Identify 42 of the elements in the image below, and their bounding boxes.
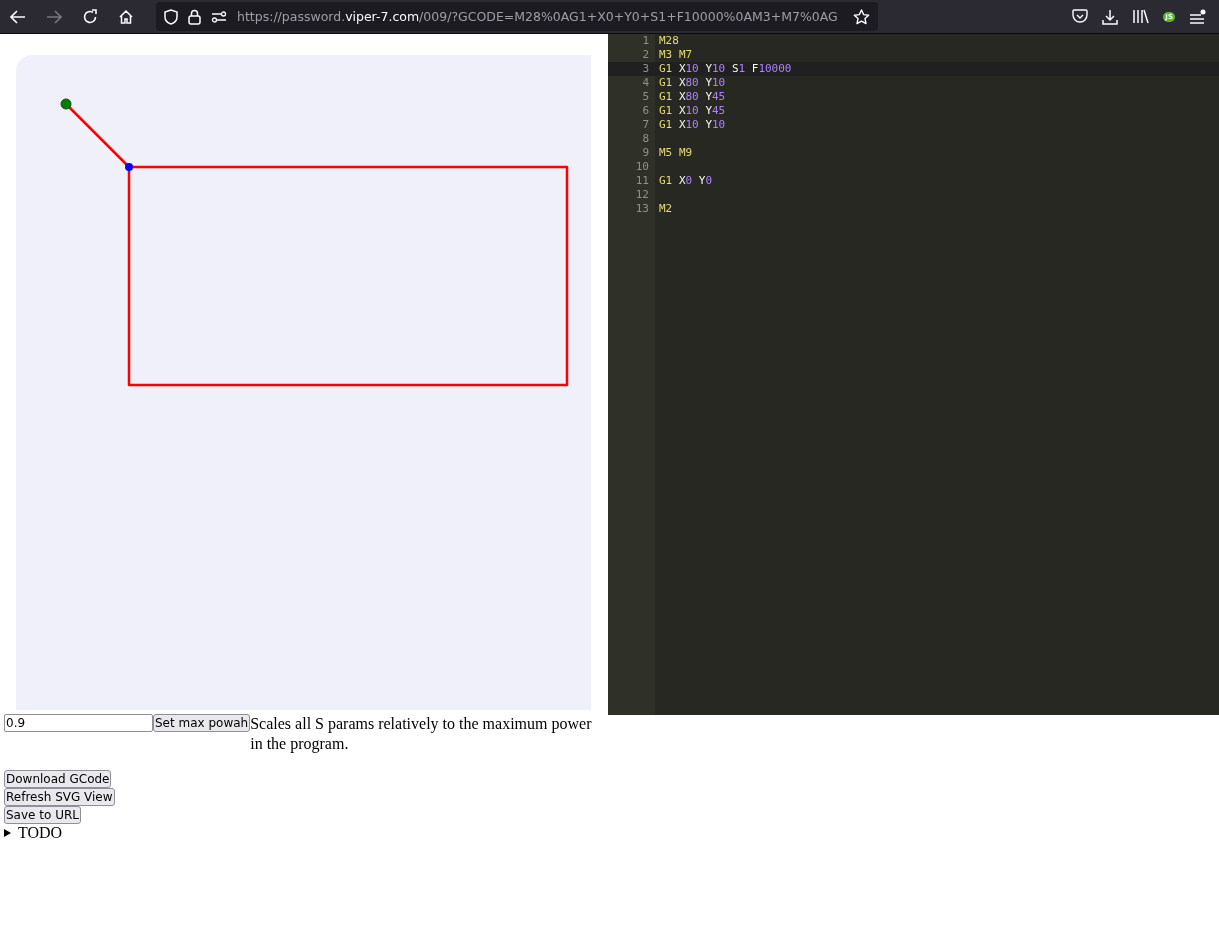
action-button[interactable]: Refresh SVG View — [4, 788, 115, 806]
line-number: 12 — [634, 188, 650, 202]
star-icon[interactable] — [853, 8, 870, 25]
permissions-icon[interactable] — [211, 10, 227, 23]
code-line: G1 X10 Y10 — [658, 118, 727, 132]
todo-disclosure[interactable]: TODO — [4, 824, 608, 842]
code-line: M2 — [658, 202, 674, 216]
disclosure-triangle-icon — [4, 829, 12, 837]
action-button[interactable]: Save to URL — [4, 806, 81, 824]
code-line: M5 M9 — [658, 146, 694, 160]
max-power-field[interactable]: 0.9 — [4, 714, 153, 732]
line-number: 11 — [634, 174, 650, 188]
menu-icon[interactable] — [1189, 8, 1207, 25]
reload-icon[interactable] — [82, 8, 98, 25]
library-icon[interactable] — [1132, 9, 1150, 24]
line-number: 1 — [641, 34, 650, 48]
home-icon[interactable] — [118, 8, 134, 25]
action-button[interactable]: Download GCode — [4, 770, 112, 788]
line-number: 2 — [641, 48, 650, 62]
set-max-power-button[interactable]: Set max powah — [153, 714, 251, 732]
code-line: G1 X0 Y0 — [658, 174, 713, 188]
code-line: G1 X10 Y45 — [658, 104, 727, 118]
code-editor[interactable]: 1 2 3 4 5 6 7 8 9 10 11 12 13 M28 M3 M7 G1 X10 Y10 S1 F10000 G1 X80 Y10 G1 X80 Y45 G1 X10 Y45 G1 X10 Y10 M5 M9 G1 X0 Y0 M2 — [608, 34, 1219, 715]
line-number: 7 — [641, 118, 650, 132]
download-icon[interactable] — [1102, 8, 1119, 25]
line-number: 3 — [608, 62, 655, 76]
code-line: M3 M7 — [658, 48, 694, 62]
code-line: G1 X80 Y45 — [658, 90, 727, 104]
back-icon[interactable] — [10, 9, 26, 24]
line-number: 13 — [634, 202, 650, 216]
line-number: 8 — [641, 132, 650, 146]
line-number: 5 — [641, 90, 650, 104]
line-number: 9 — [641, 146, 650, 160]
line-number: 4 — [641, 76, 650, 90]
power-description: Scales all S params relatively to the maximum power in the program. — [250, 714, 593, 754]
line-number: 10 — [634, 160, 650, 174]
lock-icon[interactable] — [188, 8, 201, 25]
pocket-icon[interactable] — [1072, 9, 1089, 24]
shield-icon[interactable] — [164, 8, 178, 25]
line-number: 6 — [641, 104, 650, 118]
code-line: G1 X80 Y10 — [658, 76, 727, 90]
code-line: M28 — [658, 34, 680, 48]
